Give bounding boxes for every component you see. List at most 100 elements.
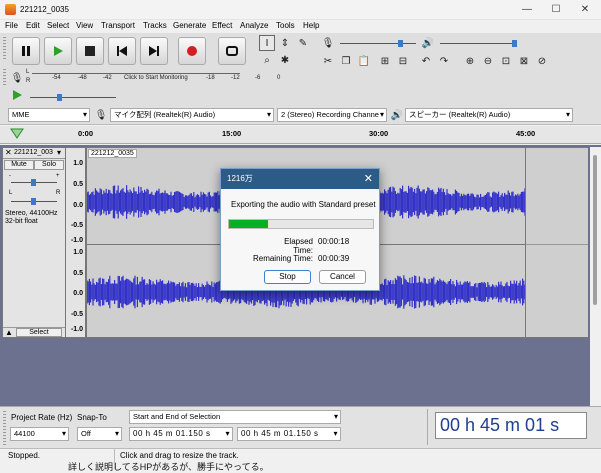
playback-device-select[interactable]: スピーカー (Realtek(R) Audio) <box>405 108 573 122</box>
draw-tool-button[interactable]: ✎ <box>295 35 311 51</box>
menu-file[interactable]: File <box>5 21 18 30</box>
stop-export-button[interactable]: Stop <box>264 270 311 284</box>
skip-to-end-button[interactable] <box>140 37 168 65</box>
toolbar-grip[interactable] <box>3 37 6 61</box>
copy-button[interactable]: ❐ <box>338 53 354 69</box>
play-button[interactable] <box>44 37 72 65</box>
menu-tools[interactable]: Tools <box>276 21 295 30</box>
stop-button[interactable] <box>76 37 104 65</box>
menu-effect[interactable]: Effect <box>212 21 232 30</box>
skip-start-icon <box>117 46 127 56</box>
track-close-icon[interactable]: ✕ <box>5 148 12 157</box>
fit-selection-button[interactable]: ⊡ <box>498 53 514 69</box>
paste-button[interactable]: 📋 <box>356 53 372 69</box>
collapse-arrow-icon[interactable]: ▲ <box>5 328 13 337</box>
track-control-panel: ✕ 221212_003 ▾ Mute Solo - + L R Stereo,… <box>2 147 66 338</box>
slider-thumb[interactable] <box>31 179 36 186</box>
track-name[interactable]: 221212_003 <box>14 149 53 156</box>
empty-track-region[interactable] <box>526 147 588 338</box>
playback-volume-slider[interactable] <box>440 40 517 47</box>
minimize-button[interactable]: — <box>512 2 542 17</box>
meter-tick: -54 <box>52 75 61 81</box>
menu-help[interactable]: Help <box>303 21 319 30</box>
remaining-value: 00:00:39 <box>318 254 350 263</box>
zoom-in-button[interactable]: ⊕ <box>462 53 478 69</box>
recording-device-select[interactable]: マイク配列 (Realtek(R) Audio) <box>110 108 274 122</box>
timeline-ruler[interactable]: 0:00 15:00 30:00 45:00 <box>0 126 601 144</box>
record-button[interactable] <box>178 37 206 65</box>
mute-button[interactable]: Mute <box>4 160 34 170</box>
pause-button[interactable] <box>12 37 40 65</box>
scrollbar-thumb[interactable] <box>593 155 597 305</box>
slider-thumb[interactable] <box>398 40 403 47</box>
undo-button[interactable]: ↶ <box>418 53 434 69</box>
vertical-scrollbar[interactable] <box>590 147 601 406</box>
selection-mode-select[interactable]: Start and End of Selection <box>129 410 341 424</box>
multi-tool-button[interactable]: ✱ <box>277 52 293 68</box>
gain-slider[interactable] <box>11 179 57 186</box>
zoom-tool-button[interactable]: ⌕ <box>259 52 275 68</box>
project-rate-label: Project Rate (Hz) <box>11 413 73 422</box>
record-icon <box>187 46 197 56</box>
selection-tool-button[interactable]: I <box>259 35 275 51</box>
menu-tracks[interactable]: Tracks <box>143 21 167 30</box>
meter-tick: -12 <box>231 75 240 81</box>
project-rate-select[interactable]: 44100 <box>10 427 69 441</box>
speaker-volume-icon: 🔊 <box>421 37 435 49</box>
menu-generate[interactable]: Generate <box>173 21 206 30</box>
track-menu-chevron-icon[interactable]: ▾ <box>57 148 61 157</box>
redo-button[interactable]: ↷ <box>436 53 452 69</box>
zoom-in-icon: ⊕ <box>465 55 475 67</box>
skip-to-start-button[interactable] <box>108 37 136 65</box>
fit-project-button[interactable]: ⊠ <box>516 53 532 69</box>
silence-button[interactable]: ⊟ <box>395 53 411 69</box>
track-format-info: 32-bit float <box>5 218 38 225</box>
menu-transport[interactable]: Transport <box>101 21 135 30</box>
record-meter-mic-icon[interactable]: 🎙 <box>9 70 25 86</box>
record-meter-bar[interactable] <box>32 73 240 74</box>
selection-end-time[interactable]: 00 h 45 m 01.150 s <box>237 427 341 441</box>
selection-start-time[interactable]: 00 h 45 m 01.150 s <box>129 427 233 441</box>
select-track-button[interactable]: Select <box>16 328 62 337</box>
pan-left-label: L <box>9 190 13 196</box>
play-speed-slider[interactable] <box>30 94 116 101</box>
ibeam-icon: I <box>265 37 269 49</box>
scale-label: -1.0 <box>70 326 83 333</box>
toolbar-separator <box>427 409 431 445</box>
selection-toolbar: Project Rate (Hz) 44100 Snap-To Off Star… <box>0 406 601 448</box>
meter-tick: -48 <box>78 75 87 81</box>
scale-label: -0.5 <box>70 222 83 229</box>
audio-host-select[interactable]: MME <box>8 108 90 122</box>
gain-minus-label: - <box>9 173 11 179</box>
close-button[interactable]: ✕ <box>570 2 600 17</box>
toolbar-grip[interactable] <box>3 69 6 85</box>
slider-thumb[interactable] <box>512 40 517 47</box>
trim-button[interactable]: ⊞ <box>377 53 393 69</box>
toolbar-grip[interactable] <box>3 411 6 445</box>
pan-slider[interactable] <box>11 198 57 205</box>
menu-edit[interactable]: Edit <box>26 21 40 30</box>
audio-position-display[interactable]: 00 h 45 m 01 s <box>435 412 587 439</box>
snap-to-select[interactable]: Off <box>77 427 122 441</box>
recording-volume-slider[interactable] <box>340 40 416 47</box>
slider-thumb[interactable] <box>57 94 62 101</box>
envelope-tool-button[interactable]: ⇕ <box>277 35 293 51</box>
start-monitoring-label[interactable]: Click to Start Monitoring <box>124 75 188 81</box>
solo-button[interactable]: Solo <box>34 160 64 170</box>
menu-select[interactable]: Select <box>47 21 69 30</box>
dialog-close-button[interactable]: ✕ <box>364 169 373 189</box>
vertical-scale[interactable]: 1.0 0.5 0.0 -0.5 -1.0 1.0 0.5 0.0 -0.5 -… <box>66 147 86 338</box>
zoom-toggle-button[interactable]: ⊘ <box>534 53 550 69</box>
recording-channels-select[interactable]: 2 (Stereo) Recording Channe <box>277 108 387 122</box>
loop-button[interactable] <box>218 37 246 65</box>
menu-analyze[interactable]: Analyze <box>240 21 268 30</box>
zoom-out-button[interactable]: ⊖ <box>480 53 496 69</box>
cut-button[interactable]: ✂ <box>320 53 336 69</box>
cancel-export-button[interactable]: Cancel <box>319 270 366 284</box>
play-at-speed-button[interactable] <box>9 87 25 103</box>
slider-thumb[interactable] <box>31 198 36 205</box>
menu-view[interactable]: View <box>76 21 93 30</box>
dialog-title: 1216万 <box>221 169 379 189</box>
maximize-button[interactable]: ☐ <box>541 2 571 17</box>
scissors-icon: ✂ <box>323 55 333 67</box>
